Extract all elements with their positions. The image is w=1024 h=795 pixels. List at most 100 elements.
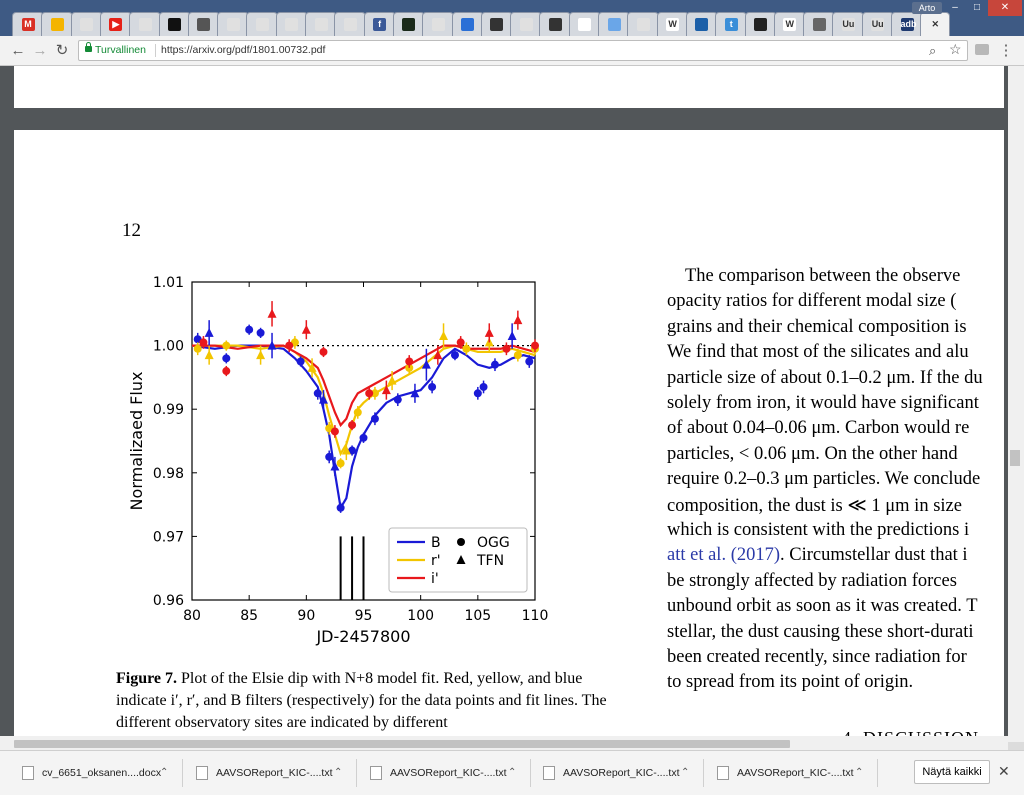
back-button[interactable]: ← — [8, 41, 28, 61]
citation-link[interactable]: att et al. (2017) — [667, 545, 780, 565]
browser-tab[interactable] — [627, 12, 660, 36]
browser-tab[interactable] — [305, 12, 337, 36]
page-icon — [255, 18, 269, 31]
browser-tab[interactable] — [685, 12, 718, 36]
browser-tab[interactable] — [744, 12, 777, 36]
text-line: composition, the dust is ≪ 1 μm in size — [667, 495, 962, 517]
minimize-button[interactable]: – — [944, 0, 966, 16]
data-point-ogg — [359, 433, 368, 442]
browser-tab[interactable]: Uu — [861, 12, 894, 36]
browser-tab[interactable] — [422, 12, 455, 36]
text-line-content: which is consistent with the predictions… — [667, 520, 970, 540]
data-point-ogg — [462, 344, 471, 353]
browser-tab[interactable] — [334, 12, 367, 36]
browser-tab[interactable] — [275, 12, 308, 36]
profile-badge[interactable]: Arto — [912, 2, 942, 14]
browser-tab[interactable] — [510, 12, 543, 36]
browser-tab[interactable]: adb — [891, 12, 923, 36]
url-text[interactable]: https://arxiv.org/pdf/1801.00732.pdf — [161, 41, 325, 60]
browser-tab[interactable]: f — [363, 12, 396, 36]
download-filename: AAVSOReport_KIC-....txt — [216, 767, 333, 779]
browser-tab[interactable] — [539, 12, 572, 36]
text-line-content: to spread from its point of origin. — [667, 672, 914, 693]
data-point-ogg — [285, 341, 294, 350]
vertical-scrollbar[interactable] — [1008, 66, 1024, 742]
chevron-up-icon[interactable]: ⌃ — [508, 751, 516, 795]
browser-tab[interactable]: t — [715, 12, 748, 36]
browser-tab[interactable] — [187, 12, 220, 36]
show-all-downloads-button[interactable]: Näytä kaikki — [914, 760, 990, 784]
chevron-up-icon[interactable]: ⌃ — [855, 751, 863, 795]
chart-legend: Br' i' OGG TFN — [388, 527, 528, 593]
divider — [155, 44, 156, 57]
youtube-icon: ▶ — [109, 18, 123, 31]
download-item[interactable]: AAVSOReport_KIC-....txt ⌃ — [196, 751, 356, 795]
browser-tab[interactable] — [480, 12, 513, 36]
data-point-ogg — [370, 414, 379, 423]
file-icon — [543, 766, 555, 780]
browser-tab[interactable] — [451, 12, 484, 36]
chevron-up-icon[interactable]: ⌃ — [681, 751, 689, 795]
browser-tab[interactable] — [392, 12, 425, 36]
data-point-ogg — [336, 503, 345, 512]
y-tick-label: 0.98 — [153, 466, 184, 482]
browser-tab[interactable]: W — [773, 12, 806, 36]
text-line-content: . Circumstellar dust that i — [780, 545, 968, 566]
browser-tab[interactable] — [129, 12, 162, 36]
text-line: unbound orbit as soon as it was created.… — [667, 596, 978, 617]
app-icon — [490, 18, 504, 31]
app-icon — [607, 18, 621, 31]
horizontal-scroll-thumb[interactable] — [14, 740, 790, 748]
browser-tab[interactable] — [246, 12, 279, 36]
download-item[interactable]: AAVSOReport_KIC-....txt ⌃ — [717, 751, 877, 795]
page-icon — [285, 18, 299, 31]
close-shelf-button[interactable]: ✕ — [998, 763, 1010, 780]
text-line-content: require 0.2–0.3 μm particles. We conclud… — [667, 469, 981, 490]
data-point-ogg — [502, 344, 511, 353]
page-icon — [578, 18, 592, 31]
data-point-ogg — [222, 367, 231, 376]
extension-icon[interactable] — [975, 44, 989, 55]
browser-tab[interactable]: W — [656, 12, 689, 36]
browser-tab[interactable]: ▶ — [99, 12, 132, 36]
data-point-ogg — [199, 338, 208, 347]
data-point-ogg — [393, 395, 402, 404]
text-line-content: solely from iron, it would have signific… — [667, 393, 979, 413]
file-icon — [370, 766, 382, 780]
reload-button[interactable]: ↻ — [52, 41, 72, 61]
bookmark-star-icon[interactable]: ☆ — [949, 40, 962, 59]
page-icon — [636, 18, 650, 31]
data-point-ogg — [313, 389, 322, 398]
download-item[interactable]: AAVSOReport_KIC-....txt ⌃ — [543, 751, 703, 795]
app-icon — [754, 18, 767, 31]
maximize-button[interactable]: □ — [966, 0, 988, 16]
menu-button[interactable]: ⋮ — [996, 41, 1016, 61]
chevron-up-icon[interactable]: ⌃ — [160, 751, 168, 795]
wikipedia-icon: W — [783, 18, 797, 31]
browser-tab[interactable] — [70, 12, 103, 36]
app-icon — [168, 18, 181, 31]
address-bar[interactable]: Turvallinen https://arxiv.org/pdf/1801.0… — [78, 40, 968, 61]
text-line: of about 0.04–0.06 μm. Carbon would re — [667, 418, 969, 439]
browser-tab[interactable] — [158, 12, 191, 36]
browser-tab[interactable] — [803, 12, 836, 36]
browser-tab[interactable] — [217, 12, 250, 36]
zoom-icon[interactable]: ⌕ — [929, 41, 936, 60]
browser-tab[interactable]: Uu — [832, 12, 865, 36]
x-tick-label: 80 — [183, 608, 201, 624]
text-line: opacity ratios for different modal size … — [667, 291, 956, 312]
browser-tab[interactable]: M — [12, 12, 44, 36]
vertical-scroll-thumb[interactable] — [1010, 450, 1020, 466]
chevron-up-icon[interactable]: ⌃ — [334, 751, 342, 795]
gmail-icon: M — [21, 18, 35, 31]
download-item[interactable]: AAVSOReport_KIC-....txt ⌃ — [370, 751, 530, 795]
y-axis-label: Normalizaed Flux — [127, 372, 146, 511]
forward-button[interactable]: → — [30, 41, 50, 61]
browser-tab[interactable] — [568, 12, 601, 36]
download-item[interactable]: cv_6651_oksanen....docx ⌃ — [22, 751, 182, 795]
y-tick-label: 0.96 — [153, 593, 184, 609]
close-window-button[interactable]: ✕ — [988, 0, 1022, 16]
browser-tab[interactable] — [598, 12, 630, 36]
browser-tab[interactable] — [41, 12, 74, 36]
text-line: be strongly affected by radiation forces — [667, 571, 957, 592]
